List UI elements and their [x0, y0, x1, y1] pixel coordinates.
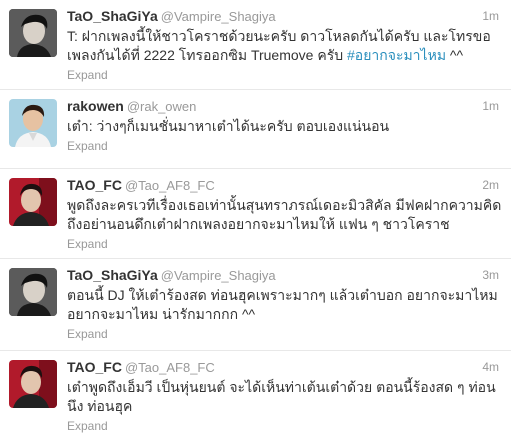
tweet-item[interactable]: TAO_FC @Tao_AF8_FC 2m พูดถึงละครเวทีเรื่อ… — [0, 169, 511, 259]
timestamp[interactable]: 2m — [482, 178, 499, 192]
tweet-header: TAO_FC @Tao_AF8_FC 4m — [67, 359, 499, 377]
tweet-text-line: อยากจะมาไหม น่ารักมากกก ^^ — [67, 306, 256, 322]
timestamp[interactable]: 4m — [482, 360, 499, 374]
avatar-man-red-background-icon — [9, 360, 57, 408]
avatar[interactable] — [9, 268, 57, 316]
tweet-text-line: ตอนนี้ DJ ให้เต๋าร้องสด ท่อนฮุคเพราะมากๆ… — [67, 287, 498, 303]
timestamp[interactable]: 1m — [482, 99, 499, 113]
tweet-text: พูดถึงละครเวทีเรื่องเธอเท่านั้นสุนทราภรณ… — [67, 196, 502, 234]
tweet-text-line: เต๋า: ว่างๆก็เมนชั่นมาหาเต๋าได้นะครับ ตอ… — [67, 118, 390, 134]
avatar-man-dark-hair-icon — [9, 268, 57, 316]
avatar-man-dark-hair-icon — [9, 9, 57, 57]
expand-link[interactable]: Expand — [67, 68, 108, 82]
tweet-text-line: พูดถึงละครเวทีเรื่องเธอเท่านั้นสุนทราภรณ… — [67, 197, 502, 213]
tweet-text-line: เพลงกันได้ที่ 2222 โทรออกซิม Truemove คร… — [67, 46, 477, 65]
tweet-item[interactable]: rakowen @rak_owen 1m เต๋า: ว่างๆก็เมนชั่น… — [0, 90, 511, 169]
avatar-man-white-shirt-icon — [9, 99, 57, 147]
expand-link[interactable]: Expand — [67, 139, 108, 153]
tweet-timeline: TaO_ShaGiYa @Vampire_Shagiya 1m T: ฝากเพล… — [0, 0, 511, 442]
user-handle[interactable]: @rak_owen — [127, 99, 197, 114]
display-name[interactable]: rakowen — [67, 98, 124, 114]
tweet-text-line: นึง ท่อนฮุค — [67, 398, 133, 414]
hashtag-link[interactable]: #อยากจะมาไหม — [347, 47, 446, 63]
tweet-text: T: ฝากเพลงนี้ให้ชาวโคราชด้วยนะครับ ดาวโห… — [67, 27, 491, 65]
user-handle[interactable]: @Tao_AF8_FC — [125, 178, 215, 193]
tweet-text: เต๋าพูดถึงเอ็มวี เป็นหุ่นยนต์ จะได้เห็นท… — [67, 378, 496, 416]
tweet-text: เต๋า: ว่างๆก็เมนชั่นมาหาเต๋าได้นะครับ ตอ… — [67, 117, 477, 136]
tweet-header: TaO_ShaGiYa @Vampire_Shagiya 1m — [67, 8, 499, 26]
tweet-text-fragment: ^^ — [446, 47, 464, 63]
tweet-text-fragment: เพลงกันได้ที่ 2222 โทรออกซิม Truemove คร… — [67, 47, 347, 63]
display-name[interactable]: TAO_FC — [67, 359, 122, 375]
display-name[interactable]: TAO_FC — [67, 177, 122, 193]
tweet-item[interactable]: TaO_ShaGiYa @Vampire_Shagiya 3m ตอนนี้ DJ… — [0, 259, 511, 351]
tweet-header: rakowen @rak_owen 1m — [67, 98, 499, 116]
tweet-item[interactable]: TaO_ShaGiYa @Vampire_Shagiya 1m T: ฝากเพล… — [0, 0, 511, 90]
avatar[interactable] — [9, 360, 57, 408]
user-handle[interactable]: @Tao_AF8_FC — [125, 360, 215, 375]
expand-link[interactable]: Expand — [67, 327, 108, 341]
expand-link[interactable]: Expand — [67, 419, 108, 433]
tweet-header: TAO_FC @Tao_AF8_FC 2m — [67, 177, 499, 195]
timestamp[interactable]: 3m — [482, 268, 499, 282]
tweet-header: TaO_ShaGiYa @Vampire_Shagiya 3m — [67, 267, 499, 285]
user-handle[interactable]: @Vampire_Shagiya — [161, 9, 276, 24]
avatar-man-red-background-icon — [9, 178, 57, 226]
tweet-text: ตอนนี้ DJ ให้เต๋าร้องสด ท่อนฮุคเพราะมากๆ… — [67, 286, 498, 324]
timestamp[interactable]: 1m — [482, 9, 499, 23]
tweet-text-line: T: ฝากเพลงนี้ให้ชาวโคราชด้วยนะครับ ดาวโห… — [67, 28, 491, 44]
display-name[interactable]: TaO_ShaGiYa — [67, 8, 158, 24]
expand-link[interactable]: Expand — [67, 237, 108, 251]
user-handle[interactable]: @Vampire_Shagiya — [161, 268, 276, 283]
avatar[interactable] — [9, 99, 57, 147]
avatar[interactable] — [9, 9, 57, 57]
tweet-text-line: เต๋าพูดถึงเอ็มวี เป็นหุ่นยนต์ จะได้เห็นท… — [67, 379, 496, 395]
display-name[interactable]: TaO_ShaGiYa — [67, 267, 158, 283]
tweet-item[interactable]: TAO_FC @Tao_AF8_FC 4m เต๋าพูดถึงเอ็มวี เป… — [0, 351, 511, 442]
avatar[interactable] — [9, 178, 57, 226]
tweet-text-line: ถึงอย่านอนดึกเต๋าฝากเพลงอยากจะมาไหมให้ แ… — [67, 216, 450, 232]
